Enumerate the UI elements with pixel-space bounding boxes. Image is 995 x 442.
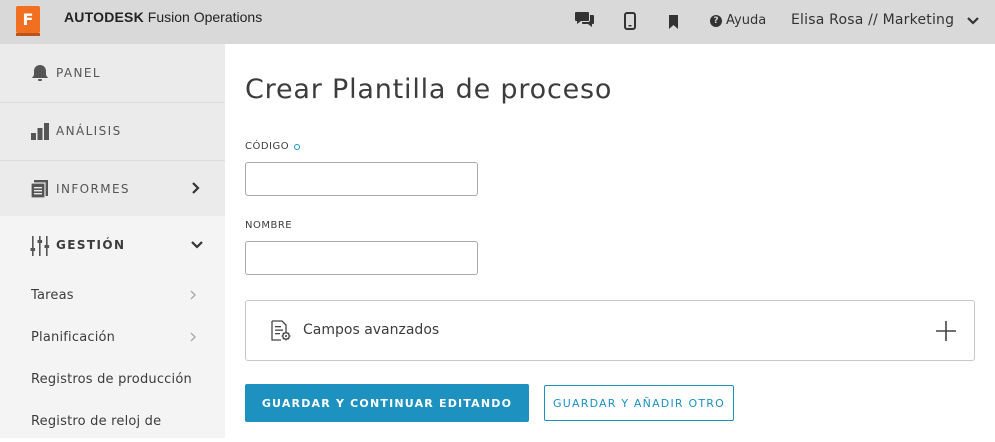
code-label-text: CÓDIGO — [245, 141, 290, 152]
mobile-icon[interactable] — [624, 12, 636, 34]
bar-chart-icon — [30, 121, 50, 141]
required-indicator-icon — [294, 143, 301, 150]
bell-icon — [30, 63, 50, 83]
save-add-another-button[interactable]: GUARDAR Y AÑADIR OTRO — [544, 385, 734, 421]
help-label: Ayuda — [726, 13, 767, 28]
plus-icon[interactable] — [935, 320, 957, 346]
name-label: NOMBRE — [245, 220, 292, 231]
brand-name[interactable]: AUTODESK Fusion Operations — [64, 9, 262, 25]
sidebar-subitem-label: Planificación — [31, 329, 116, 345]
advanced-fields-label: Campos avanzados — [303, 322, 440, 338]
sidebar-subitem-registros-produccion[interactable]: Registros de producción — [0, 358, 225, 400]
brand-bold: AUTODESK — [64, 9, 144, 25]
sidebar-item-analisis[interactable]: ANÁLISIS — [0, 102, 225, 160]
reports-icon — [30, 179, 50, 199]
top-bar: F AUTODESK Fusion Operations ? Ayuda Eli… — [0, 0, 995, 44]
bookmark-icon[interactable] — [668, 14, 679, 33]
help-icon: ? — [710, 14, 722, 27]
chevron-right-icon — [188, 286, 198, 305]
sidebar-item-informes[interactable]: INFORMES — [0, 160, 225, 218]
help-link[interactable]: ? Ayuda — [710, 13, 766, 28]
sidebar: PANEL ANÁLISIS INFORMES GESTIÓN Tareas P… — [0, 44, 225, 438]
chevron-right-icon — [188, 328, 198, 347]
sidebar-item-label: INFORMES — [56, 182, 130, 196]
page-title: Crear Plantilla de proceso — [245, 74, 613, 105]
name-input[interactable] — [245, 241, 478, 275]
chevron-down-icon — [190, 236, 204, 255]
advanced-fields-panel[interactable]: Campos avanzados — [245, 300, 975, 361]
brand-product: Fusion Operations — [143, 9, 263, 25]
sidebar-item-label: PANEL — [56, 66, 101, 80]
sidebar-subitem-label: Registro de reloj de — [31, 413, 162, 429]
sidebar-subitem-label: Registros de producción — [31, 371, 192, 387]
sidebar-subitem-planificacion[interactable]: Planificación — [0, 316, 225, 358]
sidebar-subitem-tareas[interactable]: Tareas — [0, 274, 225, 316]
save-continue-button[interactable]: GUARDAR Y CONTINUAR EDITANDO — [245, 384, 529, 422]
sidebar-subitem-registro-reloj[interactable]: Registro de reloj de — [0, 400, 225, 442]
sidebar-item-label: GESTIÓN — [56, 238, 126, 252]
sidebar-item-panel[interactable]: PANEL — [0, 44, 225, 102]
code-input[interactable] — [245, 162, 478, 196]
sidebar-item-label: ANÁLISIS — [56, 124, 122, 138]
document-settings-icon — [270, 320, 292, 346]
sidebar-subitem-label: Tareas — [31, 287, 74, 303]
code-label: CÓDIGO — [245, 141, 301, 152]
chevron-down-icon[interactable] — [966, 13, 980, 32]
autodesk-logo[interactable]: F — [16, 6, 40, 36]
chat-icon[interactable] — [574, 10, 596, 32]
sliders-icon — [30, 235, 50, 256]
user-menu[interactable]: Elisa Rosa // Marketing — [791, 12, 954, 28]
chevron-right-icon — [190, 180, 202, 199]
sidebar-item-gestion[interactable]: GESTIÓN — [0, 216, 225, 274]
name-label-text: NOMBRE — [245, 220, 293, 231]
